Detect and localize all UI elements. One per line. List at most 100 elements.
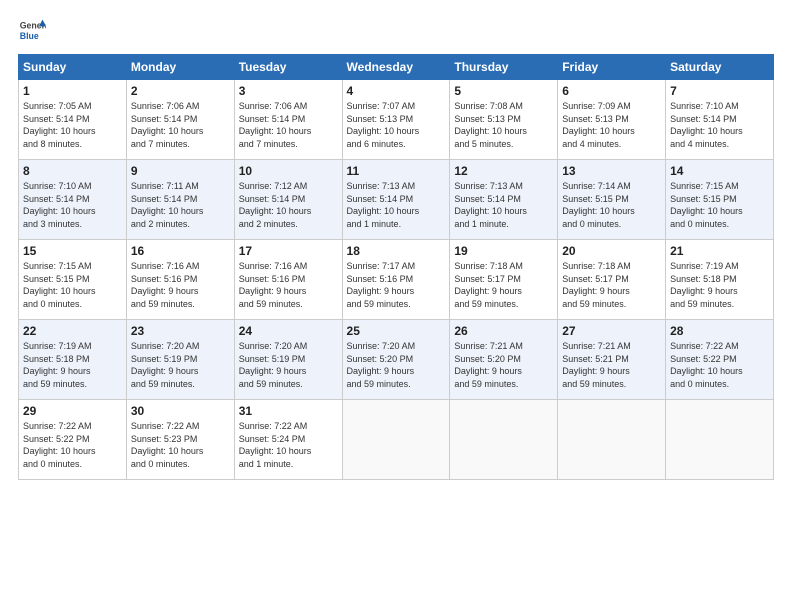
day-number: 2 [131,84,230,98]
day-number: 24 [239,324,338,338]
day-number: 14 [670,164,769,178]
cell-info: Sunrise: 7:13 AMSunset: 5:14 PMDaylight:… [454,180,553,230]
calendar-week-row: 22 Sunrise: 7:19 AMSunset: 5:18 PMDayligh… [19,320,774,400]
day-number: 8 [23,164,122,178]
cell-info: Sunrise: 7:07 AMSunset: 5:13 PMDaylight:… [347,100,446,150]
day-number: 18 [347,244,446,258]
cell-info: Sunrise: 7:12 AMSunset: 5:14 PMDaylight:… [239,180,338,230]
calendar-cell: 20 Sunrise: 7:18 AMSunset: 5:17 PMDayligh… [558,240,666,320]
day-number: 3 [239,84,338,98]
cell-info: Sunrise: 7:20 AMSunset: 5:20 PMDaylight:… [347,340,446,390]
cell-info: Sunrise: 7:21 AMSunset: 5:21 PMDaylight:… [562,340,661,390]
day-number: 9 [131,164,230,178]
day-number: 1 [23,84,122,98]
calendar-cell: 1 Sunrise: 7:05 AMSunset: 5:14 PMDaylight… [19,80,127,160]
calendar-cell: 24 Sunrise: 7:20 AMSunset: 5:19 PMDayligh… [234,320,342,400]
cell-info: Sunrise: 7:11 AMSunset: 5:14 PMDaylight:… [131,180,230,230]
cell-info: Sunrise: 7:18 AMSunset: 5:17 PMDaylight:… [454,260,553,310]
cell-info: Sunrise: 7:06 AMSunset: 5:14 PMDaylight:… [239,100,338,150]
calendar-cell: 23Sunrise: 7:20 AMSunset: 5:19 PMDayligh… [126,320,234,400]
calendar-header-row: SundayMondayTuesdayWednesdayThursdayFrid… [19,55,774,80]
cell-info: Sunrise: 7:09 AMSunset: 5:13 PMDaylight:… [562,100,661,150]
calendar-week-row: 8 Sunrise: 7:10 AMSunset: 5:14 PMDaylight… [19,160,774,240]
calendar-cell: 15 Sunrise: 7:15 AMSunset: 5:15 PMDayligh… [19,240,127,320]
cell-info: Sunrise: 7:19 AMSunset: 5:18 PMDaylight:… [23,340,122,390]
weekday-header: Sunday [19,55,127,80]
calendar-cell: 3 Sunrise: 7:06 AMSunset: 5:14 PMDaylight… [234,80,342,160]
day-number: 12 [454,164,553,178]
calendar-cell: 2Sunrise: 7:06 AMSunset: 5:14 PMDaylight… [126,80,234,160]
calendar-cell: 12 Sunrise: 7:13 AMSunset: 5:14 PMDayligh… [450,160,558,240]
calendar-cell: 18Sunrise: 7:17 AMSunset: 5:16 PMDayligh… [342,240,450,320]
calendar-cell: 11 Sunrise: 7:13 AMSunset: 5:14 PMDayligh… [342,160,450,240]
cell-info: Sunrise: 7:10 AMSunset: 5:14 PMDaylight:… [23,180,122,230]
calendar-cell: 8 Sunrise: 7:10 AMSunset: 5:14 PMDaylight… [19,160,127,240]
cell-info: Sunrise: 7:22 AMSunset: 5:23 PMDaylight:… [131,420,230,470]
page: General Blue SundayMondayTuesdayWednesda… [0,0,792,612]
calendar-cell: 9 Sunrise: 7:11 AMSunset: 5:14 PMDaylight… [126,160,234,240]
logo-icon: General Blue [18,16,46,44]
day-number: 26 [454,324,553,338]
day-number: 20 [562,244,661,258]
calendar-cell: 22 Sunrise: 7:19 AMSunset: 5:18 PMDayligh… [19,320,127,400]
calendar-cell [450,400,558,480]
cell-info: Sunrise: 7:20 AMSunset: 5:19 PMDaylight:… [131,340,230,390]
weekday-header: Tuesday [234,55,342,80]
day-number: 10 [239,164,338,178]
calendar-cell: 16Sunrise: 7:16 AMSunset: 5:16 PMDayligh… [126,240,234,320]
cell-info: Sunrise: 7:05 AMSunset: 5:14 PMDaylight:… [23,100,122,150]
cell-info: Sunrise: 7:22 AMSunset: 5:22 PMDaylight:… [670,340,769,390]
day-number: 15 [23,244,122,258]
calendar-week-row: 29Sunrise: 7:22 AMSunset: 5:22 PMDayligh… [19,400,774,480]
day-number: 30 [131,404,230,418]
calendar-cell: 5Sunrise: 7:08 AMSunset: 5:13 PMDaylight… [450,80,558,160]
day-number: 21 [670,244,769,258]
cell-info: Sunrise: 7:15 AMSunset: 5:15 PMDaylight:… [23,260,122,310]
day-number: 4 [347,84,446,98]
calendar-cell: 21 Sunrise: 7:19 AMSunset: 5:18 PMDayligh… [666,240,774,320]
calendar-cell: 17Sunrise: 7:16 AMSunset: 5:16 PMDayligh… [234,240,342,320]
cell-info: Sunrise: 7:20 AMSunset: 5:19 PMDaylight:… [239,340,338,390]
calendar-cell: 6 Sunrise: 7:09 AMSunset: 5:13 PMDaylight… [558,80,666,160]
weekday-header: Saturday [666,55,774,80]
day-number: 19 [454,244,553,258]
calendar-cell: 10 Sunrise: 7:12 AMSunset: 5:14 PMDayligh… [234,160,342,240]
calendar-cell: 31Sunrise: 7:22 AMSunset: 5:24 PMDayligh… [234,400,342,480]
cell-info: Sunrise: 7:08 AMSunset: 5:13 PMDaylight:… [454,100,553,150]
day-number: 22 [23,324,122,338]
day-number: 11 [347,164,446,178]
calendar-cell: 7Sunrise: 7:10 AMSunset: 5:14 PMDaylight… [666,80,774,160]
cell-info: Sunrise: 7:13 AMSunset: 5:14 PMDaylight:… [347,180,446,230]
cell-info: Sunrise: 7:16 AMSunset: 5:16 PMDaylight:… [239,260,338,310]
day-number: 25 [347,324,446,338]
cell-info: Sunrise: 7:21 AMSunset: 5:20 PMDaylight:… [454,340,553,390]
calendar-cell: 13Sunrise: 7:14 AMSunset: 5:15 PMDayligh… [558,160,666,240]
weekday-header: Friday [558,55,666,80]
calendar-cell: 25 Sunrise: 7:20 AMSunset: 5:20 PMDayligh… [342,320,450,400]
calendar-cell [558,400,666,480]
cell-info: Sunrise: 7:22 AMSunset: 5:24 PMDaylight:… [239,420,338,470]
weekday-header: Monday [126,55,234,80]
calendar-cell: 29Sunrise: 7:22 AMSunset: 5:22 PMDayligh… [19,400,127,480]
calendar-table: SundayMondayTuesdayWednesdayThursdayFrid… [18,54,774,480]
calendar-cell: 26 Sunrise: 7:21 AMSunset: 5:20 PMDayligh… [450,320,558,400]
cell-info: Sunrise: 7:10 AMSunset: 5:14 PMDaylight:… [670,100,769,150]
day-number: 27 [562,324,661,338]
calendar-cell: 27 Sunrise: 7:21 AMSunset: 5:21 PMDayligh… [558,320,666,400]
calendar-cell: 28 Sunrise: 7:22 AMSunset: 5:22 PMDayligh… [666,320,774,400]
calendar-cell: 14Sunrise: 7:15 AMSunset: 5:15 PMDayligh… [666,160,774,240]
weekday-header: Wednesday [342,55,450,80]
cell-info: Sunrise: 7:18 AMSunset: 5:17 PMDaylight:… [562,260,661,310]
day-number: 6 [562,84,661,98]
cell-info: Sunrise: 7:14 AMSunset: 5:15 PMDaylight:… [562,180,661,230]
calendar-week-row: 1 Sunrise: 7:05 AMSunset: 5:14 PMDaylight… [19,80,774,160]
cell-info: Sunrise: 7:19 AMSunset: 5:18 PMDaylight:… [670,260,769,310]
day-number: 16 [131,244,230,258]
svg-text:Blue: Blue [20,31,39,41]
cell-info: Sunrise: 7:22 AMSunset: 5:22 PMDaylight:… [23,420,122,470]
calendar-cell [342,400,450,480]
logo: General Blue [18,16,46,44]
day-number: 28 [670,324,769,338]
calendar-cell: 4 Sunrise: 7:07 AMSunset: 5:13 PMDaylight… [342,80,450,160]
calendar-cell: 19 Sunrise: 7:18 AMSunset: 5:17 PMDayligh… [450,240,558,320]
